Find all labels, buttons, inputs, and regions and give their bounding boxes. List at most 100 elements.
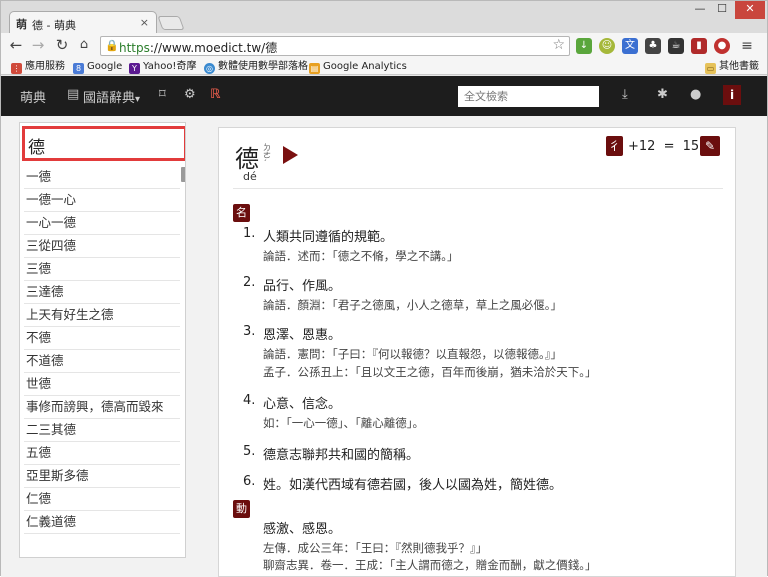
new-tab-button[interactable] bbox=[157, 16, 185, 30]
moedict-favicon-icon: 萌 bbox=[16, 18, 27, 31]
back-arrow-icon[interactable]: ← bbox=[7, 36, 25, 54]
word-list-item[interactable]: 上天有好生之德 bbox=[24, 304, 180, 327]
stroke-count: +12 = 15 bbox=[628, 139, 700, 154]
definition-text: 心意、信念。 bbox=[263, 397, 342, 412]
definition-example: 左傳．成公三年：「王曰：『然則德我乎？』」 bbox=[263, 541, 488, 555]
url-text: https://www.moedict.tw/德 bbox=[119, 39, 277, 56]
bookmark-math-blog[interactable]: ◎ 數體使用數學部落格 bbox=[204, 60, 308, 74]
dictionary-dropdown[interactable]: 國語辭典▾ bbox=[83, 87, 140, 106]
word-list-item[interactable]: 三達德 bbox=[24, 281, 180, 304]
word-list-item[interactable]: 仁德 bbox=[24, 488, 180, 511]
settings-gear-icon[interactable]: ⚙ bbox=[184, 87, 196, 102]
globe-icon: ◎ bbox=[204, 63, 215, 74]
translate-extension-icon[interactable]: 文 bbox=[622, 38, 638, 54]
definition-text: 恩澤、恩惠。 bbox=[263, 328, 342, 343]
close-window-button[interactable]: ✕ bbox=[735, 1, 765, 19]
menu-icon[interactable]: ≡ bbox=[739, 38, 755, 54]
bookmark-google-analytics[interactable]: ▤ Google Analytics bbox=[309, 60, 407, 74]
tab-close-icon[interactable]: × bbox=[140, 16, 149, 29]
word-list-item[interactable]: 事修而謗興，德高而毀來 bbox=[24, 396, 180, 419]
bookmark-star-icon[interactable]: ☆ bbox=[552, 37, 565, 53]
bookmark-apps[interactable]: ⋮ 應用服務 bbox=[11, 60, 65, 74]
definition-example: 論語．顏淵：「君子之德風，小人之德草，草上之風必偃。」 bbox=[263, 298, 562, 312]
bookmark-yahoo[interactable]: Y Yahoo!奇摩 bbox=[129, 60, 196, 74]
coffee-extension-icon[interactable]: ☕ bbox=[668, 38, 684, 54]
dictionary-label: 國語辭典 bbox=[83, 91, 136, 106]
definition-example: 論語．憲問：「子曰：『何以報德？以直報怨，以德報德。』」 bbox=[263, 347, 562, 361]
play-audio-icon[interactable] bbox=[283, 146, 298, 164]
word-list-item[interactable]: 二三其德 bbox=[24, 419, 180, 442]
definition-number: 2. bbox=[243, 275, 256, 290]
folder-icon: ▭ bbox=[705, 63, 716, 74]
word-list-item[interactable]: 不道德 bbox=[24, 350, 180, 373]
definition-number: 4. bbox=[243, 393, 256, 408]
other-bookmarks[interactable]: ▭ 其他書籤 bbox=[705, 60, 759, 74]
maximize-button[interactable]: ☐ bbox=[711, 1, 733, 19]
pinyin: dé bbox=[243, 170, 257, 183]
word-list-item[interactable]: 亞里斯多德 bbox=[24, 465, 180, 488]
adblock-extension-icon[interactable]: ● bbox=[714, 38, 730, 54]
browser-toolbar: ← → ↻ ⌂ 🔒 https://www.moedict.tw/德 ☆ ↓ ☺… bbox=[1, 33, 767, 59]
definition-number: 1. bbox=[243, 226, 256, 241]
entry-panel: 德 ㄉㄜˊ dé 彳 +12 = 15 ✎ 名 1. 人類共同遵循的規範。 論語… bbox=[218, 127, 736, 577]
fulltext-search-input[interactable] bbox=[458, 86, 599, 107]
sidebar: 德 一德 一德一心 一心一德 三從四德 三德 三達德 上天有好生之德 不德 不道… bbox=[19, 122, 186, 558]
bookmarks-bar: ⋮ 應用服務 8 Google Y Yahoo!奇摩 ◎ 數體使用數學部落格 ▤ Goog… bbox=[1, 59, 767, 75]
apple-icon[interactable]: ● bbox=[690, 87, 701, 102]
evernote-extension-icon[interactable]: ♣ bbox=[645, 38, 661, 54]
word-list-item[interactable]: 一德 bbox=[24, 166, 180, 189]
reload-icon[interactable]: ↻ bbox=[53, 36, 71, 54]
pos-badge-noun: 名 bbox=[233, 204, 250, 222]
word-list-item[interactable]: 仁義道德 bbox=[24, 511, 180, 534]
edit-pencil-icon[interactable]: ✎ bbox=[700, 136, 720, 156]
word-list-item[interactable]: 一德一心 bbox=[24, 189, 180, 212]
info-icon[interactable]: i bbox=[723, 85, 741, 105]
zhuyin: ㄉㄜˊ bbox=[263, 143, 271, 168]
bookmark-label: Google Analytics bbox=[323, 61, 407, 72]
definition-number: 6. bbox=[243, 474, 256, 489]
smiley-extension-icon[interactable]: ☺ bbox=[599, 38, 615, 54]
sidebar-scrollbar[interactable] bbox=[181, 167, 185, 182]
bookmark-label: 應用服務 bbox=[25, 61, 65, 72]
download-icon[interactable]: ⤓ bbox=[622, 87, 628, 102]
word-list-item[interactable]: 三從四德 bbox=[24, 235, 180, 258]
main-area: 德 一德 一德一心 一心一德 三從四德 三德 三達德 上天有好生之德 不德 不道… bbox=[1, 116, 767, 577]
google-icon: 8 bbox=[73, 63, 84, 74]
lock-icon: 🔒 bbox=[105, 39, 119, 52]
android-icon[interactable]: ✱ bbox=[657, 87, 668, 102]
url-rest: ://www.moedict.tw/德 bbox=[149, 41, 278, 55]
definition-text: 人類共同遵循的規範。 bbox=[263, 230, 394, 245]
radical-badge[interactable]: 彳 bbox=[606, 136, 623, 156]
home-icon[interactable]: ⌂ bbox=[75, 36, 93, 54]
word-list-item[interactable]: 一心一德 bbox=[24, 212, 180, 235]
address-bar[interactable]: 🔒 https://www.moedict.tw/德 ☆ bbox=[100, 36, 570, 56]
definition-text: 姓。如漢代西域有德若國，後人以國為姓，簡姓德。 bbox=[263, 478, 563, 493]
radical-lookup-icon[interactable]: ℝ bbox=[210, 87, 220, 102]
definition-text: 感激、感恩。 bbox=[263, 522, 342, 537]
definition-text: 品行、作風。 bbox=[263, 279, 342, 294]
definition-text: 德意志聯邦共和國的簡稱。 bbox=[263, 448, 420, 463]
browser-tab[interactable]: 萌 德 - 萌典 × bbox=[9, 11, 157, 35]
search-input[interactable]: 德 bbox=[22, 126, 185, 161]
bookmark-label: Google bbox=[87, 61, 123, 72]
word-list-item[interactable]: 五德 bbox=[24, 442, 180, 465]
site-logo[interactable]: 萌典 bbox=[20, 87, 46, 106]
word-list-item[interactable]: 不德 bbox=[24, 327, 180, 350]
browser-window: 萌 德 - 萌典 × — ☐ ✕ ← → ↻ ⌂ 🔒 https://www.m… bbox=[0, 0, 768, 577]
minimize-button[interactable]: — bbox=[689, 1, 711, 19]
definition-number: 5. bbox=[243, 444, 256, 459]
bookmark-icon[interactable]: ⌑ bbox=[159, 87, 166, 102]
site-navbar: 萌典 ▤ 國語辭典▾ ⌑ ⚙ ℝ ⤓ ✱ ● i bbox=[1, 76, 767, 116]
word-list: 一德 一德一心 一心一德 三從四德 三德 三達德 上天有好生之德 不德 不道德 … bbox=[24, 166, 180, 534]
bookmark-google[interactable]: 8 Google bbox=[73, 60, 122, 74]
download-extension-icon[interactable]: ↓ bbox=[576, 38, 592, 54]
headword: 德 bbox=[235, 145, 259, 173]
definition-example: 聊齋志異．卷一．王成：「主人謂而德之，贈金而酬，獻之價錢。」 bbox=[263, 558, 597, 572]
forward-arrow-icon[interactable]: → bbox=[29, 36, 47, 54]
divider bbox=[233, 188, 723, 189]
bookmark-label: Yahoo!奇摩 bbox=[143, 61, 197, 72]
book-extension-icon[interactable]: ▮ bbox=[691, 38, 707, 54]
word-list-item[interactable]: 世德 bbox=[24, 373, 180, 396]
definition-example: 孟子．公孫丑上：「且以文王之德，百年而後崩，猶未洽於天下。」 bbox=[263, 365, 597, 379]
word-list-item[interactable]: 三德 bbox=[24, 258, 180, 281]
